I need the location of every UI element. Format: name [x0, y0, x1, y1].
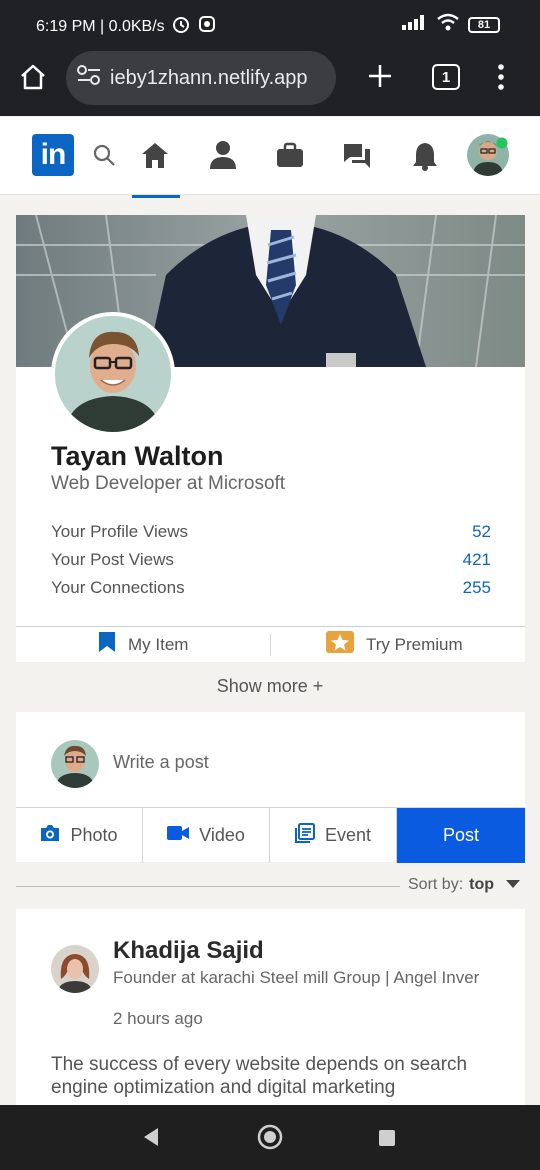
bookmark-icon — [98, 631, 116, 658]
sort-value: top — [469, 876, 495, 893]
new-tab-icon[interactable] — [366, 62, 394, 95]
post-body: The success of every website depends on … — [51, 1054, 468, 1098]
recents-icon[interactable] — [378, 1129, 396, 1152]
messaging-icon[interactable] — [342, 142, 372, 177]
caret-down-icon — [506, 876, 521, 894]
stat-connections[interactable]: Your Connections 255 — [51, 578, 491, 598]
post-timestamp: 2 hours ago — [113, 1009, 203, 1028]
home-icon[interactable] — [18, 62, 48, 97]
stat-post-views[interactable]: Your Post Views 421 — [51, 550, 491, 570]
event-button[interactable]: Event — [270, 808, 397, 863]
stat-profile-views[interactable]: Your Profile Views 52 — [51, 522, 491, 542]
profile-photo[interactable] — [51, 312, 175, 436]
stat-value: 421 — [462, 550, 491, 569]
online-status-dot — [496, 136, 508, 154]
linkedin-logo[interactable]: in — [32, 134, 74, 176]
site-settings-icon[interactable] — [76, 64, 104, 92]
notifications-icon[interactable] — [412, 141, 438, 176]
divider — [270, 634, 271, 656]
stat-value: 52 — [472, 522, 491, 541]
more-menu-icon[interactable] — [496, 62, 506, 97]
system-navigation-bar — [0, 1105, 540, 1170]
premium-icon — [326, 631, 354, 658]
write-post-input[interactable]: Write a post — [113, 752, 209, 773]
sort-dropdown[interactable]: Sort by: top — [408, 876, 521, 894]
signal-icon — [402, 14, 428, 35]
divider — [16, 886, 400, 887]
composer-actions: Photo Video Event Post — [16, 807, 525, 863]
author-avatar[interactable] — [51, 945, 99, 993]
stat-label: Your Connections — [51, 578, 185, 597]
try-premium-button[interactable]: Try Premium — [326, 627, 463, 662]
video-button[interactable]: Video — [143, 808, 270, 863]
post-author-name[interactable]: Khadija Sajid — [113, 937, 264, 965]
browser-toolbar: ieby1zhann.netlify.app 1 — [0, 46, 540, 116]
url-text: ieby1zhann.netlify.app — [110, 66, 308, 89]
feed-post: Khadija Sajid Founder at karachi Steel m… — [16, 909, 525, 1109]
alarm-icon — [171, 14, 191, 39]
stat-label: Your Post Views — [51, 550, 174, 569]
sort-label: Sort by: — [408, 876, 464, 893]
event-label: Event — [324, 825, 372, 845]
profile-name[interactable]: Tayan Walton — [51, 441, 224, 472]
camera-icon — [40, 824, 60, 847]
top-navigation: in — [0, 117, 540, 198]
show-more-button[interactable]: Show more + — [0, 676, 540, 697]
my-item-label: My Item — [128, 634, 189, 654]
event-icon — [294, 823, 315, 848]
active-tab-indicator — [132, 195, 180, 198]
video-camera-icon — [167, 825, 190, 846]
post-author-headline: Founder at karachi Steel mill Group | An… — [113, 968, 480, 987]
profile-headline: Web Developer at Microsoft — [51, 473, 286, 494]
video-label: Video — [199, 825, 245, 845]
wifi-icon — [436, 13, 460, 36]
back-icon[interactable] — [142, 1127, 160, 1152]
search-icon[interactable] — [92, 143, 116, 172]
composer-avatar — [51, 740, 99, 788]
network-icon[interactable] — [208, 139, 238, 174]
post-composer: Write a post Photo Video Event Post — [16, 712, 525, 863]
photo-label: Photo — [70, 825, 118, 845]
post-button[interactable]: Post — [397, 808, 525, 863]
stat-value: 255 — [462, 578, 491, 597]
stat-label: Your Profile Views — [51, 522, 189, 541]
status-time: 6:19 PM | 0.0KB/s — [36, 17, 165, 35]
status-bar: 6:19 PM | 0.0KB/s 81 — [0, 0, 540, 46]
photo-button[interactable]: Photo — [16, 808, 143, 863]
try-premium-label: Try Premium — [366, 634, 463, 654]
my-item-button[interactable]: My Item — [98, 627, 188, 662]
home-nav-icon[interactable] — [140, 141, 170, 174]
home-button-icon[interactable] — [257, 1124, 283, 1155]
jobs-icon[interactable] — [276, 142, 304, 173]
profile-card: Tayan Walton Web Developer at Microsoft … — [16, 215, 525, 662]
url-bar[interactable]: ieby1zhann.netlify.app — [66, 51, 336, 105]
tab-switcher-button[interactable]: 1 — [432, 64, 460, 90]
sync-icon — [197, 14, 217, 39]
battery-icon: 81 — [468, 16, 500, 33]
